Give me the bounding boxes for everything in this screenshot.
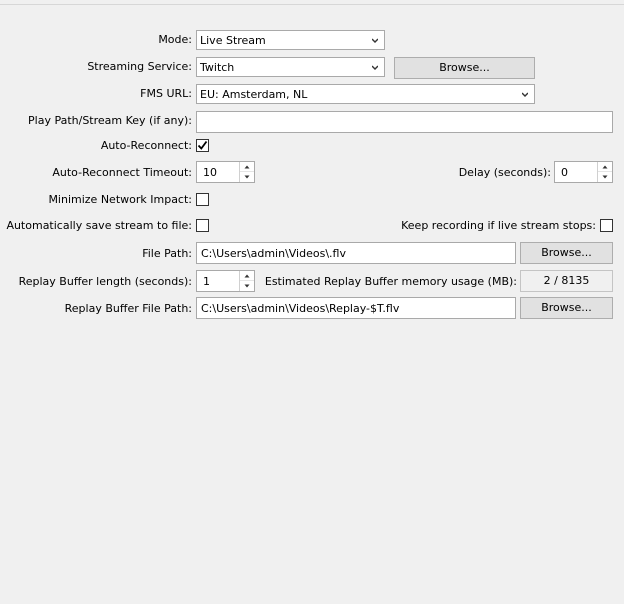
keep-recording-label: Keep recording if live stream stops: <box>401 219 596 232</box>
replay-buffer-length-value: 1 <box>203 275 210 288</box>
fms-url-label: FMS URL: <box>140 87 192 100</box>
auto-reconnect-checkbox[interactable] <box>196 139 209 152</box>
triangle-up-icon <box>244 274 250 278</box>
fms-url-select[interactable]: EU: Amsterdam, NL <box>196 84 535 104</box>
spin-down-button[interactable] <box>240 281 254 291</box>
auto-reconnect-timeout-spinner[interactable]: 10 <box>196 161 255 183</box>
chevron-down-icon <box>372 38 378 43</box>
delay-value: 0 <box>561 166 568 179</box>
triangle-down-icon <box>602 175 608 179</box>
auto-reconnect-timeout-label: Auto-Reconnect Timeout: <box>52 166 192 179</box>
delay-label: Delay (seconds): <box>458 166 551 179</box>
minimize-network-impact-label: Minimize Network Impact: <box>48 193 192 206</box>
triangle-up-icon <box>244 165 250 169</box>
auto-save-checkbox[interactable] <box>196 219 209 232</box>
replay-file-path-label: Replay Buffer File Path: <box>64 302 192 315</box>
play-path-label: Play Path/Stream Key (if any): <box>28 114 192 127</box>
fms-url-value: EU: Amsterdam, NL <box>200 88 308 101</box>
auto-save-label: Automatically save stream to file: <box>6 219 192 232</box>
streaming-service-select[interactable]: Twitch <box>196 57 385 77</box>
replay-memory-label: Estimated Replay Buffer memory usage (MB… <box>264 275 517 288</box>
spin-up-button[interactable] <box>598 162 612 172</box>
spin-down-button[interactable] <box>598 172 612 182</box>
triangle-up-icon <box>602 165 608 169</box>
spin-up-button[interactable] <box>240 271 254 281</box>
file-path-browse-button[interactable]: Browse... <box>520 242 613 264</box>
file-path-label: File Path: <box>142 247 192 260</box>
play-path-input[interactable] <box>196 111 613 133</box>
auto-reconnect-timeout-value: 10 <box>203 166 217 179</box>
auto-reconnect-label: Auto-Reconnect: <box>100 139 192 152</box>
spin-up-button[interactable] <box>240 162 254 172</box>
mode-select[interactable]: Live Stream <box>196 30 385 50</box>
top-divider <box>0 0 624 5</box>
streaming-service-value: Twitch <box>200 61 235 74</box>
triangle-down-icon <box>244 175 250 179</box>
replay-file-path-browse-button[interactable]: Browse... <box>520 297 613 319</box>
streaming-service-label: Streaming Service: <box>87 60 192 73</box>
delay-spinner[interactable]: 0 <box>554 161 613 183</box>
triangle-down-icon <box>244 284 250 288</box>
spin-down-button[interactable] <box>240 172 254 182</box>
checkmark-icon <box>197 140 208 150</box>
replay-file-path-input[interactable]: C:\Users\admin\Videos\Replay-$T.flv <box>196 297 516 319</box>
streaming-service-browse-button[interactable]: Browse... <box>394 57 535 79</box>
keep-recording-checkbox[interactable] <box>600 219 613 232</box>
mode-value: Live Stream <box>200 34 266 47</box>
replay-memory-value: 2 / 8135 <box>520 270 613 292</box>
file-path-value: C:\Users\admin\Videos\.flv <box>201 247 346 260</box>
chevron-down-icon <box>372 65 378 70</box>
replay-buffer-length-label: Replay Buffer length (seconds): <box>18 275 192 288</box>
file-path-input[interactable]: C:\Users\admin\Videos\.flv <box>196 242 516 264</box>
replay-buffer-length-spinner[interactable]: 1 <box>196 270 255 292</box>
mode-label: Mode: <box>158 33 192 46</box>
replay-file-path-value: C:\Users\admin\Videos\Replay-$T.flv <box>201 302 400 315</box>
minimize-network-impact-checkbox[interactable] <box>196 193 209 206</box>
chevron-down-icon <box>522 92 528 97</box>
